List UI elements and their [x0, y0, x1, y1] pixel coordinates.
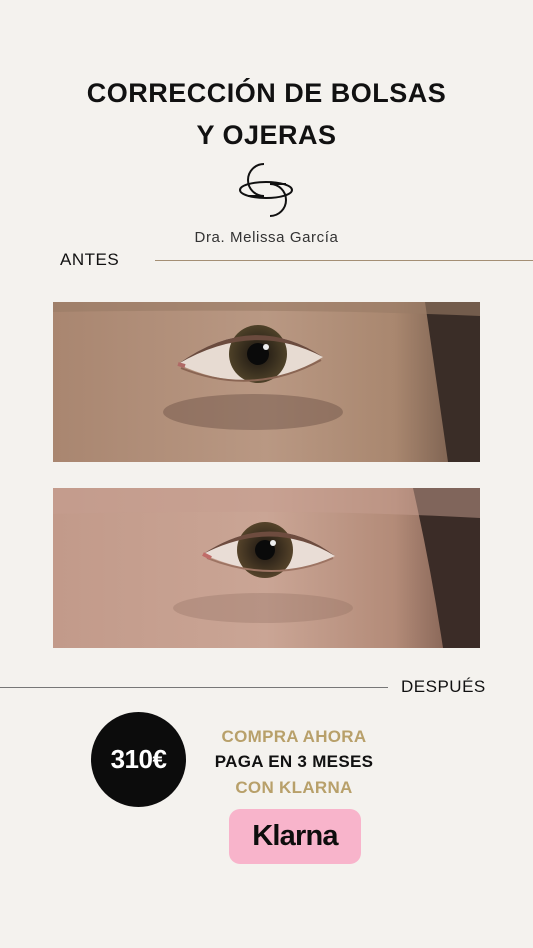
price-badge: 310€	[91, 712, 186, 807]
after-divider	[0, 687, 388, 688]
promo-line-pay-in-3: PAGA EN 3 MESES	[214, 752, 374, 771]
promo-line-buy-now: COMPRA AHORA	[221, 727, 367, 746]
page-title-line1: CORRECCIÓN DE BOLSAS	[86, 78, 447, 108]
monogram-logo-icon	[239, 163, 293, 217]
after-photo	[53, 488, 480, 648]
klarna-button[interactable]: Klarna	[229, 809, 361, 864]
before-label: ANTES	[60, 250, 120, 269]
promo-line-with-klarna: CON KLARNA	[235, 778, 353, 797]
before-photo	[53, 302, 480, 462]
doctor-name: Dra. Melissa García	[194, 229, 339, 246]
before-divider	[155, 260, 533, 261]
page-title-line2: Y OJERAS	[196, 120, 337, 150]
after-label: DESPUÉS	[401, 677, 486, 696]
